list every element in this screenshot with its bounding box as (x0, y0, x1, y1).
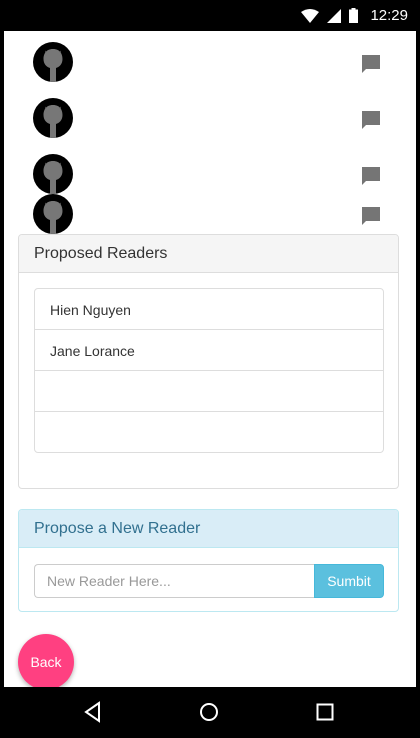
status-icons: 12:29 (301, 0, 408, 31)
propose-reader-panel: Propose a New Reader Sumbit (18, 509, 399, 612)
nav-back-icon[interactable] (81, 700, 105, 724)
status-bar: 12:29 (0, 0, 420, 31)
status-time: 12:29 (370, 7, 408, 24)
list-item[interactable] (4, 42, 416, 86)
proposed-readers-title: Proposed Readers (19, 235, 398, 273)
new-reader-input[interactable] (34, 564, 314, 598)
reader-item[interactable] (35, 412, 383, 452)
nav-recents-icon[interactable] (313, 700, 337, 724)
proposed-readers-panel: Proposed Readers Hien Nguyen Jane Loranc… (18, 234, 399, 489)
comment-icon[interactable] (359, 164, 383, 188)
reader-item[interactable]: Hien Nguyen (35, 289, 383, 330)
list-item[interactable] (4, 98, 416, 142)
navigation-bar (0, 687, 420, 738)
comment-icon[interactable] (359, 52, 383, 76)
back-button[interactable]: Back (18, 634, 74, 687)
wifi-icon (301, 8, 320, 23)
reader-item[interactable] (35, 371, 383, 412)
app-screen: Proposed Readers Hien Nguyen Jane Loranc… (4, 31, 416, 687)
signal-icon (327, 8, 342, 23)
reader-item[interactable]: Jane Lorance (35, 330, 383, 371)
comment-icon[interactable] (359, 108, 383, 132)
list-item[interactable] (4, 154, 416, 198)
comment-icon[interactable] (359, 204, 383, 228)
readers-list: Hien Nguyen Jane Lorance (34, 288, 384, 453)
list-item[interactable] (4, 194, 416, 238)
github-avatar-icon (33, 194, 73, 234)
github-avatar-icon (33, 154, 73, 194)
nav-home-icon[interactable] (197, 700, 221, 724)
github-avatar-icon (33, 98, 73, 138)
propose-reader-title: Propose a New Reader (19, 510, 398, 548)
reader-input-group: Sumbit (34, 564, 384, 598)
github-avatar-icon (33, 42, 73, 82)
battery-icon (349, 8, 359, 23)
submit-button[interactable]: Sumbit (314, 564, 384, 598)
